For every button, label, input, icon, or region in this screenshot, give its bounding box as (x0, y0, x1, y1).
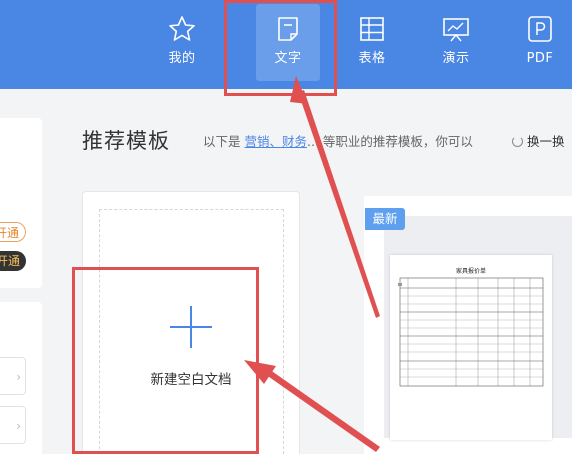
super-membership-pill[interactable]: 开通 (0, 251, 26, 271)
presentation-icon (443, 18, 469, 42)
new-blank-document-label: 新建空白文档 (150, 372, 232, 388)
refresh-icon (512, 136, 523, 147)
top-nav-bar: 我的 文字 表格 演示 PDF (0, 0, 572, 89)
pdf-icon (528, 16, 552, 42)
side-shortcut-item[interactable]: › (0, 406, 26, 444)
membership-pill[interactable]: 开通 (0, 222, 26, 242)
template-thumbnail[interactable]: 家具报价单 (390, 255, 552, 440)
quote-sheet-thumbnail: 家具报价单 (398, 267, 544, 387)
section-title: 推荐模板 (82, 129, 170, 153)
tab-presentation[interactable]: 演示 (424, 0, 488, 89)
tab-writer[interactable]: 文字 (256, 0, 320, 89)
refresh-button[interactable]: 换一换 (512, 131, 565, 150)
tab-mine[interactable]: 我的 (150, 0, 214, 89)
tab-spreadsheet-label: 表格 (358, 51, 386, 66)
thumbnail-title: 家具报价单 (456, 267, 486, 275)
newest-badge: 最新 (365, 208, 405, 230)
star-icon (169, 16, 195, 41)
profession-links[interactable]: 营销、财务 (245, 134, 308, 149)
tab-mine-label: 我的 (168, 51, 196, 66)
tab-pdf[interactable]: PDF (508, 0, 572, 89)
tab-spreadsheet[interactable]: 表格 (340, 0, 404, 89)
document-icon (278, 17, 298, 41)
plus-icon (190, 306, 192, 348)
side-shortcut-item[interactable]: › (0, 357, 26, 395)
tab-writer-label: 文字 (274, 51, 302, 66)
tab-presentation-label: 演示 (442, 51, 470, 66)
section-subtitle: 以下是 营销、财务... 等职业的推荐模板，你可以 (203, 134, 473, 149)
tab-pdf-label: PDF (526, 51, 554, 66)
table-icon (360, 17, 384, 41)
